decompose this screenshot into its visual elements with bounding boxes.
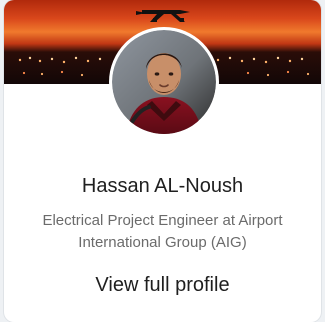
profile-name: Hassan AL-Noush [81, 175, 244, 197]
avatar[interactable] [112, 30, 216, 134]
profile-card-screen: Hassan AL-Noush Electrical Project Engin… [0, 0, 325, 322]
profile-headline: Electrical Project Engineer at Airport I… [42, 212, 283, 251]
view-full-profile-link[interactable]: View full profile [4, 271, 321, 299]
profile-photo [112, 30, 216, 134]
profile-card: Hassan AL-Noush Electrical Project Engin… [4, 0, 321, 322]
